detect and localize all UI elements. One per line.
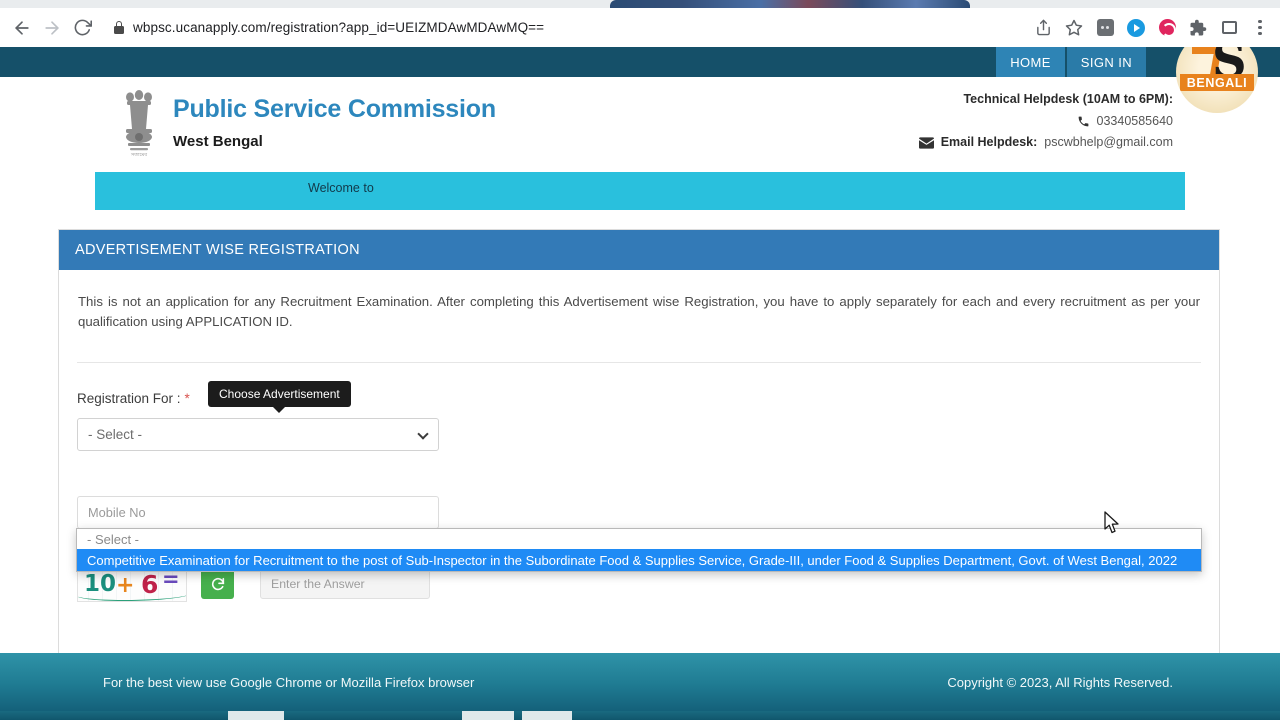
- brand-subtitle: West Bengal: [173, 132, 263, 150]
- extension-grey-icon[interactable]: [1091, 14, 1119, 42]
- topbar-nav: HOME SIGN IN: [996, 47, 1146, 77]
- helpdesk-phone-row: 03340585640: [919, 111, 1173, 133]
- browser-tab-strip[interactable]: [0, 0, 1280, 8]
- navigation-buttons: [0, 14, 96, 42]
- helpdesk-email-label: Email Helpdesk:: [940, 135, 1038, 149]
- window-icon[interactable]: [1215, 14, 1243, 42]
- home-button[interactable]: HOME: [996, 47, 1065, 77]
- helpdesk-title: Technical Helpdesk (10AM to 6PM):: [963, 92, 1173, 106]
- active-tab[interactable]: [610, 0, 970, 8]
- helpdesk-phone: 03340585640: [1096, 113, 1173, 128]
- captcha-operator: +: [116, 572, 135, 598]
- taskbar-item[interactable]: [462, 711, 514, 720]
- ashoka-emblem-icon: সত্যমেব: [118, 86, 160, 158]
- sign-in-button[interactable]: SIGN IN: [1066, 47, 1146, 77]
- mobile-no-placeholder: Mobile No: [88, 504, 146, 520]
- card-body: This is not an application for any Recru…: [59, 270, 1219, 602]
- dropdown-option-select[interactable]: - Select -: [77, 529, 1201, 549]
- page-title: Public Service Commission: [173, 95, 496, 123]
- taskbar-item[interactable]: [522, 711, 572, 720]
- site-header: সত্যমেব Public Service Commission West B…: [0, 77, 1280, 165]
- site-footer: For the best view use Google Chrome or M…: [0, 653, 1280, 711]
- share-icon[interactable]: [1029, 14, 1057, 42]
- puzzle-piece-icon[interactable]: [1184, 14, 1212, 42]
- advertisement-select[interactable]: - Select -: [77, 417, 439, 451]
- chevron-down-icon: [417, 428, 429, 440]
- svg-text:সত্যমেব: সত্যমেব: [130, 152, 147, 158]
- dropdown-option-highlighted[interactable]: Competitive Examination for Recruitment …: [77, 549, 1201, 571]
- advertisement-dropdown-list[interactable]: - Select - Competitive Examination for R…: [76, 528, 1202, 572]
- extension-red-icon[interactable]: [1153, 14, 1181, 42]
- mouse-cursor: [1104, 511, 1121, 540]
- web-page: S A HOME SIGN IN S BENGALI: [0, 47, 1280, 720]
- refresh-icon[interactable]: [201, 568, 234, 600]
- screenshot-root: wbpsc.ucanapply.com/registration?app_id=…: [0, 0, 1280, 720]
- address-bar[interactable]: wbpsc.ucanapply.com/registration?app_id=…: [102, 13, 1021, 42]
- required-asterisk: *: [184, 390, 190, 406]
- captcha-answer-placeholder: Enter the Answer: [271, 576, 365, 591]
- card-header-title: ADVERTISEMENT WISE REGISTRATION: [59, 230, 1219, 270]
- registration-card: ADVERTISEMENT WISE REGISTRATION This is …: [58, 229, 1220, 669]
- registration-for-label: Registration For : * Choose Advertisemen…: [77, 380, 1201, 413]
- back-arrow-icon[interactable]: [8, 14, 36, 42]
- choose-advertisement-tooltip: Choose Advertisement: [208, 380, 351, 413]
- helpdesk-email: pscwbhelp@gmail.com: [1044, 135, 1173, 149]
- brand: সত্যমেব Public Service Commission West B…: [118, 86, 496, 158]
- url-text: wbpsc.ucanapply.com/registration?app_id=…: [133, 20, 545, 35]
- captcha-second-number: 6: [141, 569, 159, 599]
- envelope-icon: [918, 137, 934, 149]
- welcome-banner: Welcome to: [95, 172, 1185, 210]
- divider: [77, 361, 1201, 363]
- helpdesk-email-row: Email Helpdesk: pscwbhelp@gmail.com: [918, 132, 1173, 154]
- advertisement-select-value: - Select -: [88, 426, 143, 442]
- taskbar-item[interactable]: [228, 711, 284, 720]
- forward-arrow-icon[interactable]: [38, 14, 66, 42]
- extension-blue-icon[interactable]: [1122, 14, 1150, 42]
- footer-copyright: Copyright © 2023, All Rights Reserved.: [947, 675, 1173, 690]
- welcome-text: Welcome to: [308, 181, 374, 195]
- mobile-no-input[interactable]: Mobile No: [77, 495, 439, 529]
- phone-icon: [1077, 115, 1090, 128]
- registration-for-text: Registration For :: [77, 390, 181, 406]
- captcha-first-number: 10: [84, 570, 117, 597]
- badge-label: BENGALI: [1180, 74, 1254, 91]
- captcha-answer-input[interactable]: Enter the Answer: [260, 568, 430, 600]
- os-taskbar[interactable]: [0, 711, 1280, 720]
- toolbar-icons: [1029, 14, 1280, 42]
- intro-paragraph: This is not an application for any Recru…: [78, 294, 1200, 330]
- kebab-menu-icon[interactable]: [1246, 14, 1274, 42]
- footer-browser-note: For the best view use Google Chrome or M…: [103, 675, 475, 690]
- site-topbar: HOME SIGN IN: [0, 47, 1280, 77]
- helpdesk-block: Technical Helpdesk (10AM to 6PM): 033405…: [918, 89, 1173, 154]
- brand-text: Public Service Commission West Bengal: [173, 86, 496, 158]
- reload-icon[interactable]: [68, 14, 96, 42]
- bookmark-star-icon[interactable]: [1060, 14, 1088, 42]
- lock-icon: [114, 21, 124, 34]
- browser-toolbar: wbpsc.ucanapply.com/registration?app_id=…: [0, 8, 1280, 47]
